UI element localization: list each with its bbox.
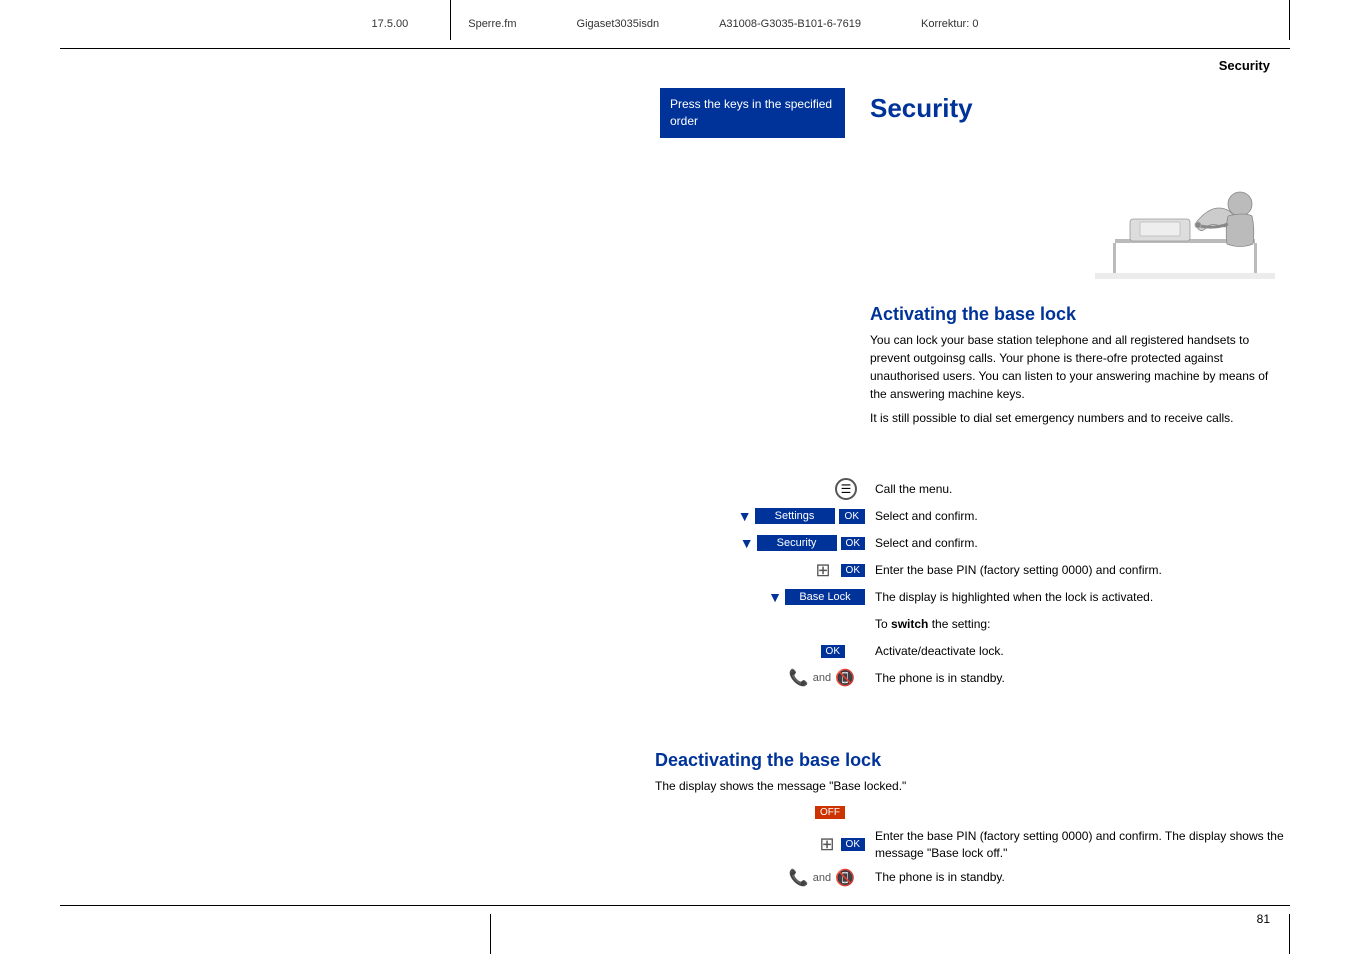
security-label: Security: [757, 535, 837, 551]
deactivating-section: Deactivating the base lock The display s…: [655, 730, 1285, 894]
step-desc-ok-activate: Activate/deactivate lock.: [865, 643, 1285, 660]
arrow-baselock-icon: ▼: [768, 589, 782, 605]
deact-step-row-pin: ⊞ OK Enter the base PIN (factory setting…: [655, 828, 1285, 862]
step-text-switch-post: the setting:: [928, 617, 990, 631]
deact-pin-ok-btn: OK: [841, 838, 865, 851]
keypad-icon: ⊞: [815, 560, 830, 581]
step-row-standby: 📞 and 📵 The phone is in standby.: [655, 667, 1285, 689]
step-desc-baselock: The display is highlighted when the lock…: [865, 589, 1285, 606]
header-divider-left: [450, 0, 451, 40]
step-desc-security: Select and confirm.: [865, 535, 1285, 552]
deact-phone-end-icon: 📵: [835, 868, 855, 888]
deact-phone-icon: 📞: [789, 868, 809, 888]
deact-step-desc-standby: The phone is in standby.: [865, 869, 1285, 886]
phone-end-icon: 📵: [835, 668, 855, 688]
step-text-standby: The phone is in standby.: [875, 671, 1005, 685]
header-divider-right: [1289, 0, 1290, 40]
step-row-ok-activate: OK Activate/deactivate lock.: [655, 640, 1285, 662]
step-desc-settings: Select and confirm.: [865, 508, 1285, 525]
section-title-header: Security: [1219, 58, 1270, 73]
step-left-security: ▼ Security OK: [655, 535, 865, 551]
step-row-switch: To switch the setting:: [655, 613, 1285, 635]
deact-step-row-off: OFF: [655, 801, 1285, 823]
step-left-baselock: ▼ Base Lock: [655, 589, 865, 605]
deact-step-text-standby: The phone is in standby.: [875, 870, 1005, 884]
bottom-mark-left: [490, 914, 491, 954]
baselock-label: Base Lock: [785, 589, 865, 605]
page-title: Security: [870, 93, 1285, 124]
header-version: 17.5.00: [372, 18, 409, 30]
step-left-standby: 📞 and 📵: [655, 668, 865, 688]
header-korrektur: Korrektur: 0: [921, 18, 978, 30]
step-left-pin: ⊞ OK: [655, 560, 865, 581]
bottom-rule: [60, 905, 1290, 906]
activating-body2: It is still possible to dial set emergen…: [870, 409, 1285, 427]
security-ok-btn: OK: [841, 537, 865, 550]
and-text: and: [813, 672, 831, 684]
step-text-pin: Enter the base PIN (factory setting 0000…: [875, 563, 1162, 577]
deact-step-left-standby: 📞 and 📵: [655, 868, 865, 888]
step-row-menu: ☰ Call the menu.: [655, 478, 1285, 500]
header-model: Gigaset3035isdn: [577, 18, 660, 30]
step-left-settings: ▼ Settings OK: [655, 508, 865, 524]
step-row-security: ▼ Security OK Select and confirm.: [655, 532, 1285, 554]
page-header: 17.5.00 Sperre.fm Gigaset3035isdn A31008…: [0, 18, 1350, 30]
header-filename: Sperre.fm: [468, 18, 516, 30]
step-text-ok-activate: Activate/deactivate lock.: [875, 644, 1004, 658]
step-row-settings: ▼ Settings OK Select and confirm.: [655, 505, 1285, 527]
deact-step-left-pin: ⊞ OK: [655, 834, 865, 855]
deact-step-left-off: OFF: [655, 806, 865, 819]
off-btn: OFF: [815, 806, 845, 819]
step-left-menu: ☰: [655, 478, 865, 500]
step-text-switch-bold: switch: [891, 617, 928, 631]
deact-step-desc-pin: Enter the base PIN (factory setting 0000…: [865, 828, 1285, 862]
sidebar-keys-text: Press the keys in the specified order: [670, 97, 832, 128]
deact-and-text: and: [813, 872, 831, 884]
deactivating-heading: Deactivating the base lock: [655, 750, 1285, 771]
step-text-baselock: The display is highlighted when the lock…: [875, 590, 1153, 604]
deact-step-row-standby: 📞 and 📵 The phone is in standby.: [655, 867, 1285, 889]
sidebar-keys-box: Press the keys in the specified order: [660, 88, 845, 138]
activating-body1: You can lock your base station telephone…: [870, 331, 1285, 403]
pin-ok-btn: OK: [841, 564, 865, 577]
deact-step-text-pin: Enter the base PIN (factory setting 0000…: [875, 829, 1284, 860]
step-row-pin: ⊞ OK Enter the base PIN (factory setting…: [655, 559, 1285, 581]
arrow-settings-icon: ▼: [738, 508, 752, 524]
step-text-security: Select and confirm.: [875, 536, 978, 550]
step-text-settings: Select and confirm.: [875, 509, 978, 523]
bottom-mark-right: [1289, 914, 1290, 954]
deactivating-body1: The display shows the message "Base lock…: [655, 777, 1285, 795]
activate-ok-btn: OK: [821, 645, 845, 658]
top-rule: [60, 48, 1290, 49]
phone-handset-icon: 📞: [789, 668, 809, 688]
illustration-svg: [1085, 134, 1285, 294]
arrow-security-icon: ▼: [740, 535, 754, 551]
settings-label: Settings: [755, 508, 835, 524]
step-row-baselock: ▼ Base Lock The display is highlighted w…: [655, 586, 1285, 608]
step-text-switch-pre: To: [875, 617, 891, 631]
header-code: A31008-G3035-B101-6-7619: [719, 18, 861, 30]
deact-keypad-icon: ⊞: [819, 834, 834, 855]
step-desc-menu: Call the menu.: [865, 481, 1285, 498]
steps-combined: ☰ Call the menu. ▼ Settings OK Select an…: [655, 478, 1285, 694]
step-text-menu: Call the menu.: [875, 482, 952, 496]
activating-heading: Activating the base lock: [870, 304, 1285, 325]
step-desc-switch: To switch the setting:: [865, 616, 1285, 633]
settings-ok-btn: OK: [839, 509, 865, 524]
phone-illustration: [1085, 134, 1285, 294]
step-desc-pin: Enter the base PIN (factory setting 0000…: [865, 562, 1285, 579]
step-left-ok-activate: OK: [655, 645, 865, 658]
step-desc-standby: The phone is in standby.: [865, 670, 1285, 687]
menu-icon: ☰: [835, 478, 857, 500]
page-number: 81: [1257, 912, 1270, 926]
